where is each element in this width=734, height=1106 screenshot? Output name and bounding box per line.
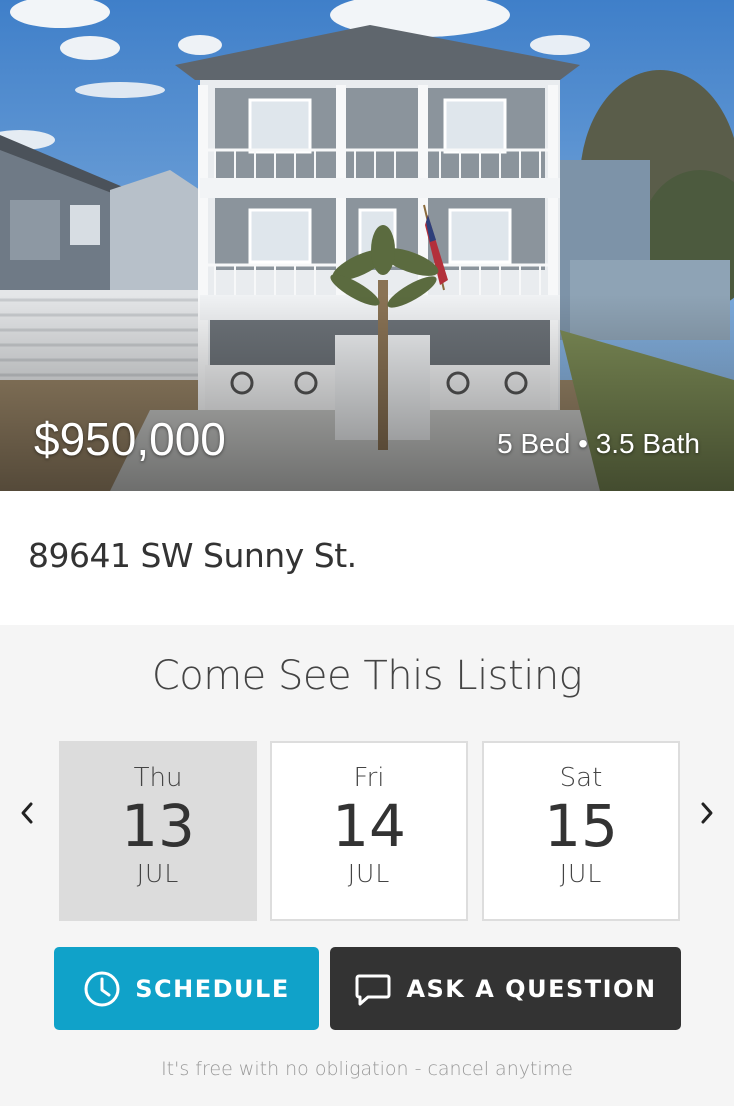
date-month: JUL: [347, 859, 391, 888]
date-day: 13: [121, 792, 195, 860]
date-weekday: Fri: [353, 763, 385, 793]
panel-title: Come See This Listing: [151, 653, 583, 699]
beds-baths: 5 Bed • 3.5 Bath: [497, 428, 700, 459]
listing-photo[interactable]: $950,000 5 Bed • 3.5 Bath: [0, 0, 734, 491]
date-month: JUL: [136, 859, 180, 888]
date-card-fri[interactable]: Fri 14 JUL: [270, 741, 468, 921]
schedule-button-label: SCHEDULE: [135, 974, 290, 1003]
chat-bubble-icon: [354, 970, 392, 1008]
date-month: JUL: [559, 859, 603, 888]
listing-price: $950,000: [34, 413, 226, 465]
prev-dates-button[interactable]: [12, 798, 42, 828]
disclaimer-text: It's free with no obligation - cancel an…: [161, 1058, 573, 1080]
schedule-panel: Come See This Listing Thu 13 JUL Fri 14 …: [0, 625, 734, 1106]
listing-address: 89641 SW Sunny St.: [28, 536, 357, 575]
ask-question-button[interactable]: ASK A QUESTION: [330, 947, 681, 1030]
ask-question-button-label: ASK A QUESTION: [406, 974, 657, 1003]
next-dates-button[interactable]: [692, 798, 722, 828]
date-card-sat[interactable]: Sat 15 JUL: [482, 741, 680, 921]
date-day: 15: [544, 792, 618, 860]
date-card-thu[interactable]: Thu 13 JUL: [59, 741, 257, 921]
chevron-left-icon: [21, 802, 33, 824]
date-weekday: Thu: [133, 763, 183, 793]
date-day: 14: [332, 792, 406, 860]
date-weekday: Sat: [559, 763, 603, 793]
chevron-right-icon: [701, 802, 713, 824]
clock-icon: [83, 970, 121, 1008]
schedule-button[interactable]: SCHEDULE: [54, 947, 319, 1030]
